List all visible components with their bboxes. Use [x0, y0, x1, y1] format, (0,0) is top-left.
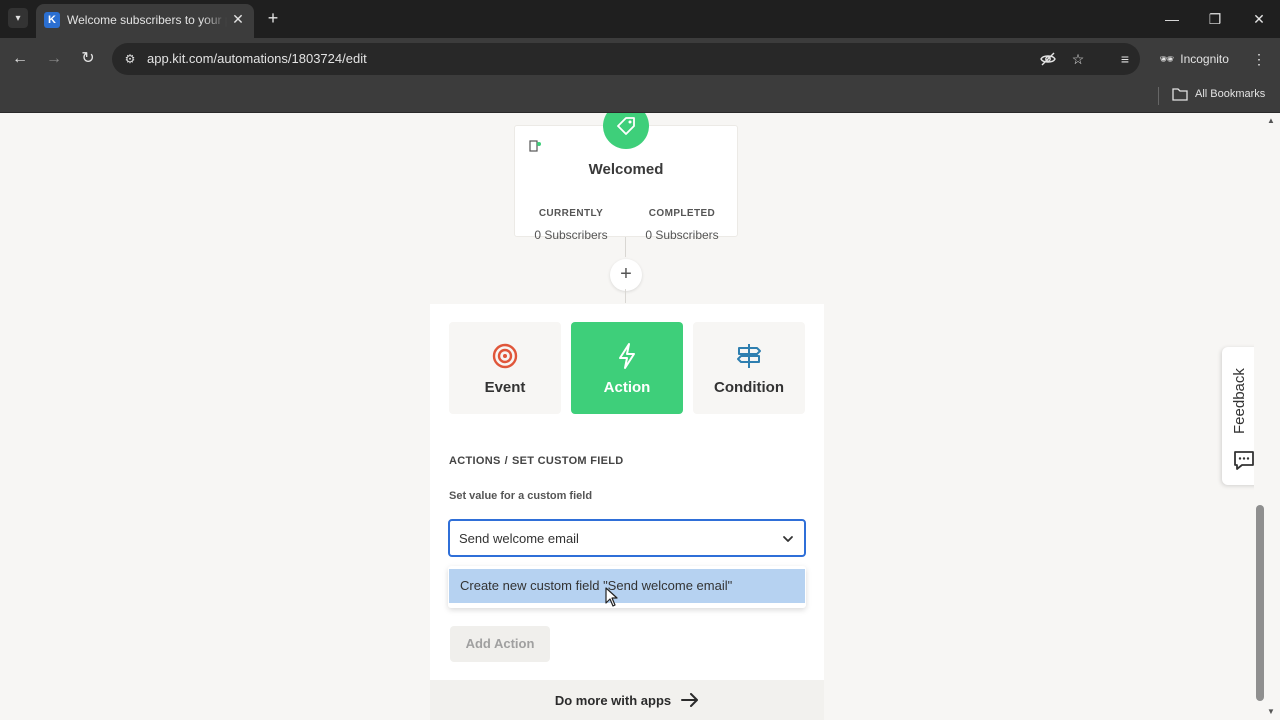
tag-icon [617, 117, 635, 135]
media-queue-icon[interactable]: ≡ [1114, 48, 1136, 70]
arrow-right-icon [681, 693, 699, 707]
browser-toolbar: ← → ↻ ⚙ app.kit.com/automations/1803724/… [0, 38, 1280, 80]
window-close-icon[interactable]: ✕ [1248, 8, 1270, 30]
incognito-icon: 🕶 [1159, 52, 1175, 66]
event-type-card[interactable]: Event [449, 322, 561, 414]
url-text[interactable]: app.kit.com/automations/1803724/edit [147, 51, 367, 66]
breadcrumb-current: SET CUSTOM FIELD [511, 455, 624, 467]
custom-field-dropdown: Create new custom field "Send welcome em… [448, 566, 806, 608]
all-bookmarks-label: All Bookmarks [1195, 88, 1266, 100]
bookmark-star-icon[interactable]: ☆ [1069, 50, 1087, 68]
tab-search-dropdown-icon[interactable]: ▾ [8, 8, 28, 28]
minimize-icon[interactable]: — [1161, 8, 1183, 30]
address-bar[interactable]: ⚙ app.kit.com/automations/1803724/edit ☆ [112, 43, 1140, 75]
scrollbar-thumb[interactable] [1256, 505, 1264, 701]
step-editor-panel: Event Action Condition ACTIONS / SET CUSTO… [430, 304, 824, 680]
action-type-label: Action [603, 379, 651, 396]
tab-close-icon[interactable]: ✕ [230, 11, 246, 27]
add-step-button[interactable]: + [610, 259, 642, 291]
restore-icon[interactable]: ❐ [1204, 8, 1226, 30]
custom-field-input[interactable]: Send welcome email [459, 531, 579, 546]
plus-icon: + [620, 263, 632, 285]
action-type-card[interactable]: Action [571, 322, 683, 414]
feedback-label: Feedback [1231, 368, 1248, 434]
breadcrumb: ACTIONS / SET CUSTOM FIELD [449, 455, 624, 467]
browser-tab[interactable]: K Welcome subscribers to your p ✕ [36, 4, 254, 38]
custom-field-label: Set value for a custom field [449, 490, 593, 502]
node-title: Welcomed [588, 161, 664, 178]
more-apps-label: Do more with apps [554, 692, 672, 708]
node-type-icon [529, 140, 541, 152]
new-tab-icon[interactable]: + [263, 9, 283, 29]
signpost-icon [737, 344, 761, 368]
reload-icon[interactable]: ↻ [77, 48, 99, 70]
breadcrumb-separator: / [504, 455, 508, 467]
back-icon[interactable]: ← [9, 48, 31, 70]
flow-connector [625, 289, 626, 303]
completed-label: COMPLETED [648, 208, 716, 219]
event-type-label: Event [484, 379, 526, 396]
more-apps-link[interactable]: Do more with apps [430, 680, 824, 720]
bookmarks-bar: All Bookmarks [0, 80, 1280, 113]
chat-icon [1234, 451, 1254, 470]
currently-label: CURRENTLY [538, 208, 604, 219]
all-bookmarks-button[interactable]: All Bookmarks [1172, 87, 1265, 101]
mouse-cursor-icon [605, 587, 618, 607]
browser-tab-bar: ▾ K Welcome subscribers to your p ✕ + — … [0, 0, 1280, 38]
incognito-label: Incognito [1180, 52, 1229, 66]
incognito-badge[interactable]: 🕶 Incognito [1149, 45, 1241, 73]
scroll-up-icon[interactable]: ▲ [1266, 116, 1276, 126]
create-custom-field-option[interactable]: Create new custom field "Send welcome em… [449, 569, 805, 603]
custom-field-select[interactable]: Send welcome email [448, 519, 806, 557]
breadcrumb-parent[interactable]: ACTIONS [449, 455, 501, 467]
chevron-down-icon[interactable] [781, 532, 795, 546]
tab-title: Welcome subscribers to your p [67, 13, 227, 27]
lightning-icon [619, 343, 635, 369]
scroll-down-icon[interactable]: ▼ [1266, 707, 1276, 717]
folder-icon [1172, 88, 1188, 101]
eye-off-icon[interactable] [1039, 50, 1057, 68]
kit-favicon-icon: K [44, 12, 60, 28]
automation-canvas: Welcomed CURRENTLY 0 Subscribers COMPLET… [0, 113, 1254, 720]
currently-value: 0 Subscribers [534, 228, 608, 242]
flow-connector [625, 237, 626, 257]
forward-icon[interactable]: → [43, 48, 65, 70]
feedback-tab[interactable]: Feedback [1222, 347, 1254, 485]
completed-value: 0 Subscribers [645, 228, 719, 242]
add-action-button[interactable]: Add Action [450, 626, 550, 662]
condition-type-card[interactable]: Condition [693, 322, 805, 414]
bookmarks-divider [1158, 87, 1159, 105]
browser-menu-icon[interactable]: ⋮ [1248, 48, 1270, 70]
condition-type-label: Condition [714, 379, 784, 396]
target-icon [492, 343, 518, 369]
site-info-icon[interactable]: ⚙ [122, 51, 138, 67]
